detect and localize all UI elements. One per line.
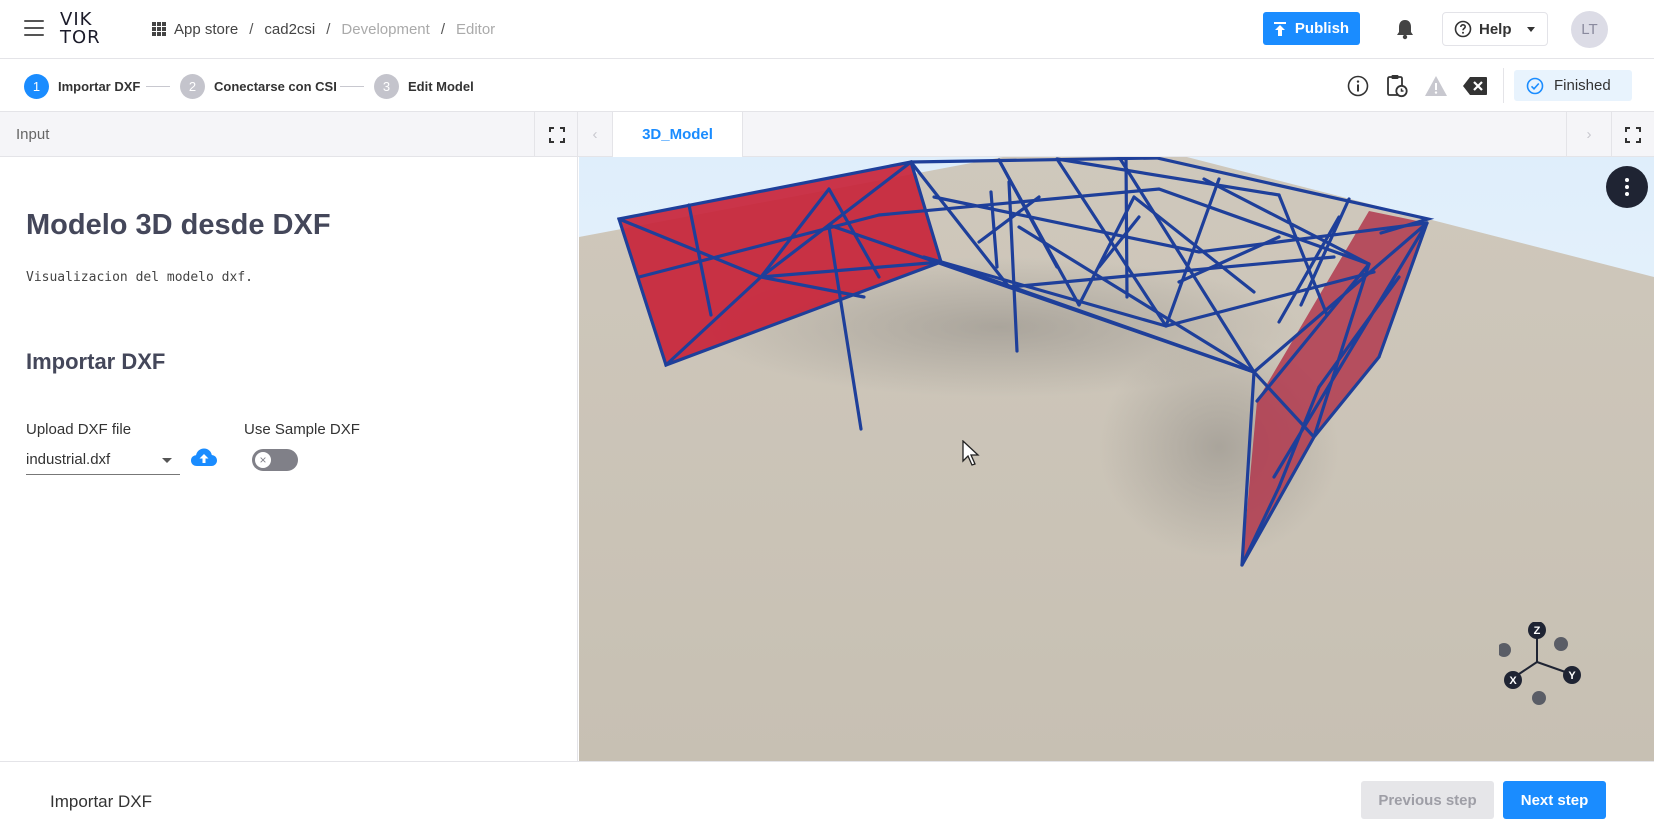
previous-step-button[interactable]: Previous step <box>1361 781 1494 819</box>
chevron-down-icon <box>1526 26 1535 32</box>
viktor-logo[interactable]: VIK TOR <box>60 11 108 49</box>
help-menu-button[interactable]: Help <box>1442 12 1548 46</box>
axis-z-label: Z <box>1534 625 1541 637</box>
tabs-prev-button[interactable]: ‹ <box>578 112 613 157</box>
user-avatar[interactable]: LT <box>1571 11 1608 48</box>
publish-icon <box>1273 21 1286 36</box>
step-label: Importar DXF <box>58 78 141 94</box>
notifications-bell-icon[interactable] <box>1395 18 1415 40</box>
step-connector <box>146 86 170 87</box>
3d-viewer[interactable]: Z Y X <box>579 157 1654 761</box>
status-badge: Finished <box>1514 70 1632 101</box>
chevron-down-icon <box>162 458 172 463</box>
check-circle-icon <box>1526 77 1544 94</box>
breadcrumb-app-store[interactable]: App store <box>174 21 238 38</box>
step-number: 1 <box>24 73 49 99</box>
breadcrumb-app[interactable]: cad2csi <box>264 21 315 38</box>
expand-input-button[interactable] <box>534 112 578 157</box>
clear-backspace-icon[interactable] <box>1462 73 1488 99</box>
step-footer: Importar DXF Previous step Next step <box>0 761 1654 834</box>
mouse-cursor-icon <box>962 440 980 466</box>
page-description: Visualizacion del modelo dxf. <box>26 270 253 285</box>
step-label: Conectarse con CSI <box>214 78 337 94</box>
step-bar: 1 Importar DXF 2 Conectarse con CSI 3 Ed… <box>0 59 1654 112</box>
fullscreen-icon <box>1625 126 1641 143</box>
dxf-file-value: industrial.dxf <box>26 451 111 468</box>
step-number: 3 <box>374 73 399 99</box>
sample-toggle-label: Use Sample DXF <box>244 421 360 438</box>
cloud-upload-icon[interactable] <box>190 447 218 469</box>
close-icon: × <box>255 452 271 468</box>
apps-grid-icon[interactable] <box>152 22 166 36</box>
input-panel-title: Input <box>16 126 50 143</box>
help-label: Help <box>1479 20 1512 38</box>
3d-scene[interactable] <box>579 157 1654 761</box>
step-label: Edit Model <box>408 78 474 94</box>
next-step-button[interactable]: Next step <box>1503 781 1606 819</box>
breadcrumb-separator: / <box>440 20 445 38</box>
info-icon[interactable] <box>1345 73 1371 99</box>
use-sample-dxf-toggle[interactable]: × <box>252 449 298 471</box>
tab-3d-model[interactable]: 3D_Model <box>613 112 743 157</box>
step-importar-dxf[interactable]: 1 Importar DXF <box>24 73 140 99</box>
breadcrumb-separator: / <box>326 20 331 38</box>
help-icon <box>1454 20 1472 38</box>
dxf-file-select[interactable]: industrial.dxf <box>26 448 180 475</box>
page-title: Modelo 3D desde DXF <box>26 209 331 241</box>
expand-view-button[interactable] <box>1611 112 1654 157</box>
axis-x-label: X <box>1509 675 1517 687</box>
chevron-left-icon: ‹ <box>592 126 598 143</box>
axis-y-label: Y <box>1568 670 1576 682</box>
breadcrumb-editor: Editor <box>455 20 496 38</box>
toolbar-divider <box>1503 68 1504 103</box>
tabs-next-button[interactable]: › <box>1566 112 1611 157</box>
upload-field-label: Upload DXF file <box>26 421 132 438</box>
breadcrumb-workspace[interactable]: Development <box>341 21 429 38</box>
input-panel-header: Input <box>0 112 578 157</box>
input-panel: Modelo 3D desde DXF Visualizacion del mo… <box>0 157 578 761</box>
axis-gizmo[interactable]: Z Y X <box>1499 622 1589 712</box>
view-panel-header: ‹ 3D_Model › <box>578 112 1654 157</box>
step-conectarse-con-csi[interactable]: 2 Conectarse con CSI <box>180 73 337 99</box>
status-label: Finished <box>1554 77 1611 94</box>
step-connector <box>340 86 364 87</box>
current-step-name: Importar DXF <box>50 792 153 811</box>
menu-icon[interactable] <box>24 20 44 36</box>
breadcrumb: App store / cad2csi / Development / Edit… <box>152 18 495 40</box>
top-bar: VIK TOR App store / cad2csi / Developmen… <box>0 0 1654 59</box>
chevron-right-icon: › <box>1586 126 1592 143</box>
fullscreen-icon <box>548 126 565 143</box>
clipboard-clock-icon[interactable] <box>1384 73 1410 99</box>
step-number: 2 <box>180 73 205 99</box>
more-options-button[interactable] <box>1606 166 1648 208</box>
publish-button[interactable]: Publish <box>1263 12 1360 45</box>
breadcrumb-separator: / <box>249 20 254 38</box>
warning-icon[interactable] <box>1423 73 1449 99</box>
publish-label: Publish <box>1294 20 1350 37</box>
step-edit-model[interactable]: 3 Edit Model <box>374 73 474 99</box>
section-title: Importar DXF <box>26 349 166 374</box>
